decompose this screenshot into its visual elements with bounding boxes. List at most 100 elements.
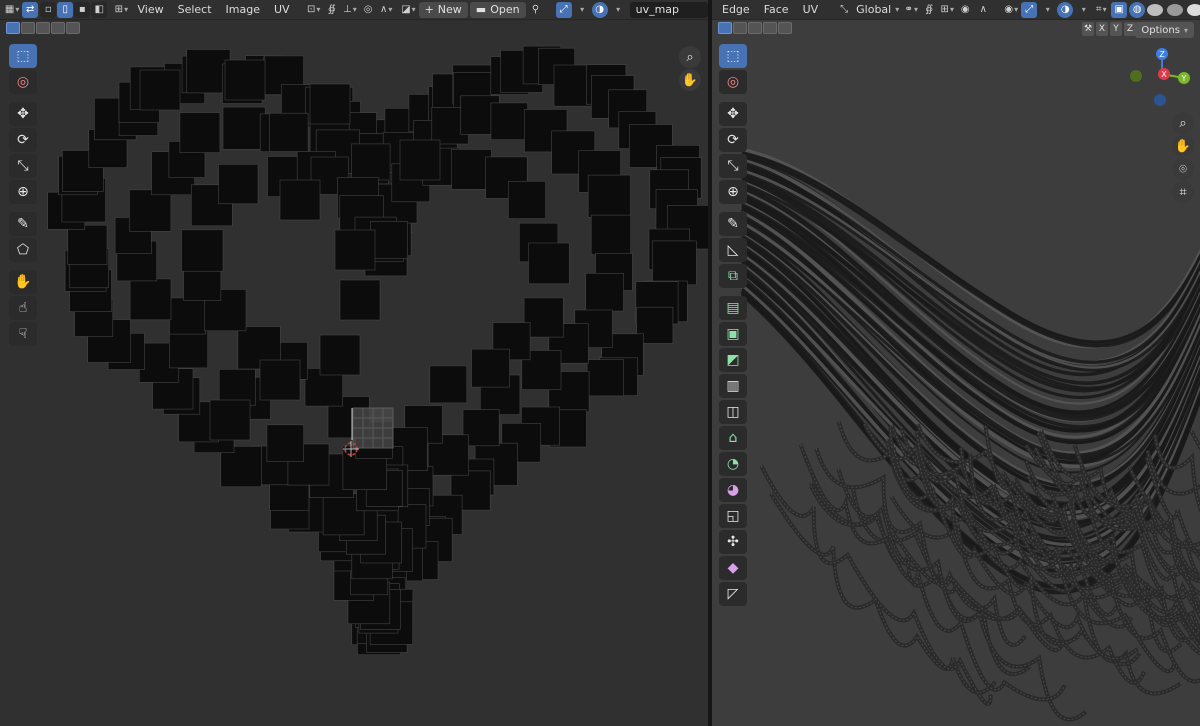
uv-island[interactable] (339, 279, 381, 321)
uv-island[interactable] (319, 334, 361, 376)
gizmo-dropdown[interactable]: ▾ (1039, 2, 1055, 18)
uv-islands-canvas[interactable] (0, 0, 708, 726)
uv-island[interactable] (169, 297, 207, 335)
snap-increment-icon[interactable]: ⊞ ▾ (939, 2, 955, 18)
scale-3d-tool[interactable]: ⤡ (719, 154, 747, 178)
proportional-3d-icon[interactable]: ◉ (957, 2, 973, 18)
new-image-button[interactable]: + New (418, 1, 468, 18)
uv-island[interactable] (586, 359, 624, 397)
shrink-fatten-tool[interactable]: ✣ (719, 530, 747, 554)
select-new-3d-icon[interactable] (718, 22, 732, 34)
uv-island[interactable] (490, 102, 528, 141)
pivot-point-icon[interactable]: ⊡ ▾ (306, 2, 322, 18)
uv-island[interactable] (129, 278, 172, 321)
rotate-tool[interactable]: ⟳ (9, 128, 37, 152)
options-dropdown[interactable]: Options ▾ (1135, 22, 1194, 38)
select-subtract-icon[interactable] (36, 22, 50, 34)
smooth-tool[interactable]: ◕ (719, 478, 747, 502)
mirror-z-toggle[interactable]: Z (1124, 22, 1136, 36)
pivot-icon[interactable]: ⚭ ▾ (903, 2, 919, 18)
measure-tool[interactable]: ◺ (719, 238, 747, 262)
poly-build-tool[interactable]: ⌂ (719, 426, 747, 450)
edge-select-icon[interactable]: ▯ (57, 1, 74, 18)
uv-island[interactable] (129, 189, 172, 232)
uv-island[interactable] (351, 143, 391, 183)
snap-target-icon[interactable]: ⊥ ▾ (342, 2, 358, 18)
edge-slide-tool[interactable]: ◱ (719, 504, 747, 528)
uv-island[interactable] (590, 214, 632, 255)
uv-island[interactable] (279, 179, 321, 221)
cursor-3d-tool[interactable]: ◎ (719, 70, 747, 94)
rip-region-tool[interactable]: ⬠ (9, 238, 37, 262)
uv-island[interactable] (209, 399, 251, 441)
overlay-dropdown[interactable]: ▾ (574, 2, 590, 18)
move-3d-tool[interactable]: ✥ (719, 102, 747, 126)
uv-island[interactable] (652, 240, 697, 286)
pan-hand-icon[interactable]: ✋ (679, 69, 701, 91)
uv-island[interactable] (508, 181, 546, 219)
rotate-3d-tool[interactable]: ⟳ (719, 128, 747, 152)
select-box-tool[interactable]: ⬚ (9, 44, 37, 68)
grab-tool[interactable]: ✋ (9, 270, 37, 294)
select-extend-icon[interactable] (21, 22, 35, 34)
overlays-dropdown[interactable]: ▾ (610, 2, 626, 18)
uv-island[interactable] (224, 59, 266, 101)
material-shading-icon[interactable] (1167, 3, 1184, 16)
snap-3d-icon[interactable]: ∯ (921, 2, 937, 18)
transform-3d-tool[interactable]: ⊕ (719, 180, 747, 204)
mirror-x-toggle[interactable]: X (1096, 22, 1108, 36)
uv-map-field[interactable]: uv_map (629, 1, 708, 18)
wrench-icon[interactable]: ⚒ (1082, 22, 1094, 36)
zoom-3d-icon[interactable]: ⌕ (1172, 112, 1194, 134)
menu-edge[interactable]: Edge (716, 1, 756, 19)
select-invert-3d-icon[interactable] (763, 22, 777, 34)
select-box-3d-tool[interactable]: ⬚ (719, 44, 747, 68)
move-tool[interactable]: ✥ (9, 102, 37, 126)
menu-view[interactable]: View (132, 1, 170, 19)
image-pin-icon[interactable]: ◪ ▾ (400, 2, 416, 18)
mesh-edit-overlay-icon[interactable]: ⌗ ▾ (1093, 2, 1109, 18)
camera-view-icon[interactable]: ⌾ (1172, 158, 1194, 180)
menu-uv-3d[interactable]: UV (797, 1, 825, 19)
pan-3d-icon[interactable]: ✋ (1172, 135, 1194, 157)
uv-island[interactable] (370, 221, 408, 259)
uv-island[interactable] (169, 329, 209, 369)
uv-island[interactable] (259, 359, 301, 401)
pinch-tool[interactable]: ☟ (9, 322, 37, 346)
uv-island[interactable] (269, 112, 309, 152)
scale-tool[interactable]: ⤡ (9, 154, 37, 178)
select-extend-3d-icon[interactable] (733, 22, 747, 34)
gizmo-neg-y-axis[interactable] (1130, 70, 1142, 82)
vertex-select-icon[interactable]: ▫ (40, 1, 57, 18)
uv-island[interactable] (218, 164, 259, 205)
transform-tool[interactable]: ⊕ (9, 180, 37, 204)
visibility-icon[interactable]: ◉ ▾ (1003, 2, 1019, 18)
uv-island[interactable] (309, 83, 351, 125)
extrude-tool[interactable]: ▤ (719, 296, 747, 320)
wireframe-shading-icon[interactable]: ◍ (1129, 1, 1146, 18)
uv-island[interactable] (429, 365, 468, 404)
shear-tool[interactable]: ◆ (719, 556, 747, 580)
spin-tool[interactable]: ◔ (719, 452, 747, 476)
zoom-icon[interactable]: ⌕ (679, 46, 701, 68)
add-cube-tool[interactable]: ⧉ (719, 264, 747, 288)
uv-island[interactable] (222, 106, 266, 150)
falloff-icon[interactable]: ∧ ▾ (378, 2, 394, 18)
uv-island[interactable] (67, 224, 108, 265)
menu-uv[interactable]: UV (268, 1, 296, 19)
gizmo-toggle-icon[interactable]: ⤢ (1021, 1, 1038, 18)
uv-island[interactable] (471, 348, 510, 388)
menu-select[interactable]: Select (172, 1, 218, 19)
annotate-3d-tool[interactable]: ✎ (719, 212, 747, 236)
select-intersect-icon[interactable] (66, 22, 80, 34)
falloff-3d-icon[interactable]: ∧ (975, 2, 991, 18)
island-select-icon[interactable]: ◧ (91, 1, 108, 18)
inset-tool[interactable]: ▣ (719, 322, 747, 346)
cursor-tool[interactable]: ◎ (9, 70, 37, 94)
uv-sync-selection-icon[interactable]: ⇄ (22, 1, 39, 18)
bevel-tool[interactable]: ◩ (719, 348, 747, 372)
select-invert-icon[interactable] (51, 22, 65, 34)
uv-island[interactable] (585, 272, 624, 312)
xray-toggle-icon[interactable]: ▣ (1111, 1, 1128, 18)
uv-island[interactable] (399, 139, 441, 181)
